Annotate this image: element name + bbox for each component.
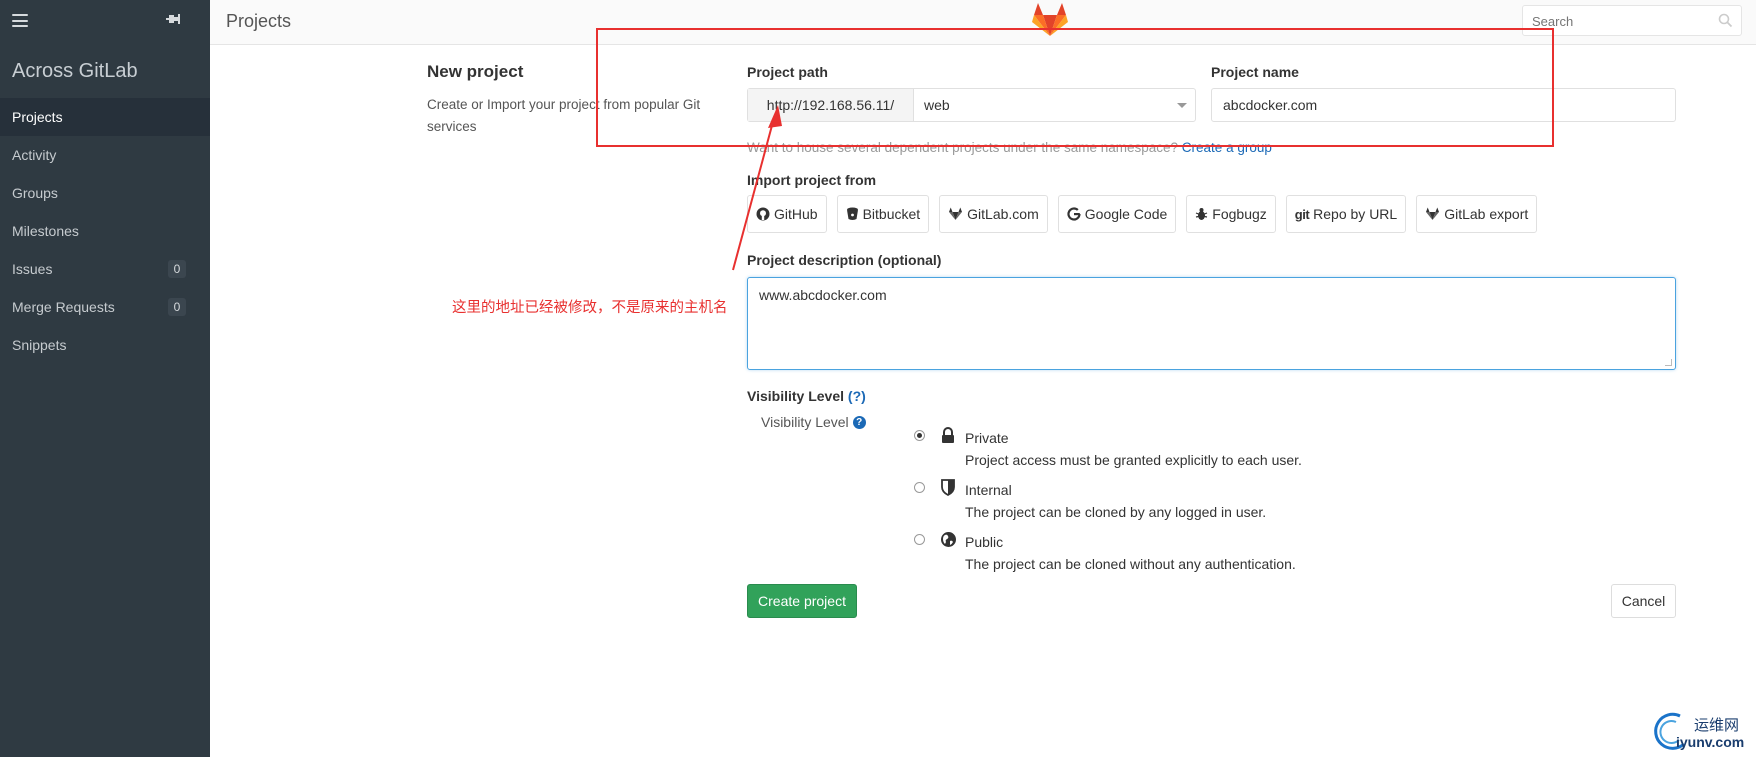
visibility-option-name: Private [965,430,1009,446]
import-source-label: Fogbugz [1212,206,1267,222]
site-watermark: 运维网 iyunv.com [1650,710,1756,757]
import-sources: GitHub Bitbucket GitLab.com Google Code … [747,195,1547,233]
visibility-help-link[interactable]: (?) [848,388,866,404]
visibility-radio-public[interactable] [914,534,925,545]
question-circle-icon[interactable]: ? [852,415,866,429]
create-project-button[interactable]: Create project [747,584,857,618]
visibility-option-description: The project can be cloned without any au… [965,556,1296,572]
merge-requests-count-badge: 0 [168,298,186,316]
annotation-arrow [732,105,782,271]
bitbucket-icon [846,207,858,220]
cancel-button[interactable]: Cancel [1611,584,1676,618]
watermark-text-cn: 运维网 [1694,716,1740,734]
import-bitbucket-button[interactable]: Bitbucket [836,195,930,233]
sidebar-item-label: Merge Requests [12,299,115,315]
project-description-textarea[interactable]: www.abcdocker.com [747,277,1676,370]
sidebar-item-snippets[interactable]: Snippets [0,326,210,364]
search-box[interactable] [1522,5,1742,37]
sidebar-item-label: Snippets [12,337,67,353]
globe-icon [941,532,956,547]
import-source-label: Repo by URL [1313,206,1398,222]
import-source-label: GitLab export [1444,206,1529,222]
import-google-code-button[interactable]: Google Code [1057,195,1177,233]
resize-handle-icon[interactable] [1665,359,1672,366]
visibility-option-description: Project access must be granted explicitl… [965,452,1302,468]
import-gitlab-export-button[interactable]: GitLab export [1416,195,1538,233]
import-gitlab-com-button[interactable]: GitLab.com [939,195,1048,233]
git-icon: git [1294,206,1310,222]
gitlab-icon [949,207,963,220]
import-repo-by-url-button[interactable]: git Repo by URL [1285,195,1407,233]
import-source-label: Bitbucket [862,206,921,222]
visibility-level-sublabel-text: Visibility Level [761,414,849,430]
shield-icon [941,479,955,496]
google-icon [1067,207,1081,221]
import-fogbugz-button[interactable]: Fogbugz [1186,195,1276,233]
visibility-option-description: The project can be cloned by any logged … [965,504,1267,520]
search-icon[interactable] [1718,13,1733,28]
visibility-option-name: Internal [965,482,1012,498]
import-source-label: Google Code [1084,206,1168,222]
import-source-label: GitLab.com [967,206,1039,222]
visibility-level-sublabel: Visibility Level ? [761,414,866,430]
lock-icon [942,427,954,443]
gitlab-icon [1426,207,1440,220]
visibility-option-name: Public [965,534,1004,550]
visibility-level-title: Visibility Level (?) [747,388,866,404]
annotation-text: 这里的地址已经被修改，不是原来的主机名 [452,300,728,316]
watermark-text-en: iyunv.com [1676,734,1745,750]
visibility-level-title-text: Visibility Level [747,388,845,404]
bug-icon [1196,208,1208,220]
visibility-radio-internal[interactable] [914,482,925,493]
visibility-radio-private[interactable] [914,430,925,441]
